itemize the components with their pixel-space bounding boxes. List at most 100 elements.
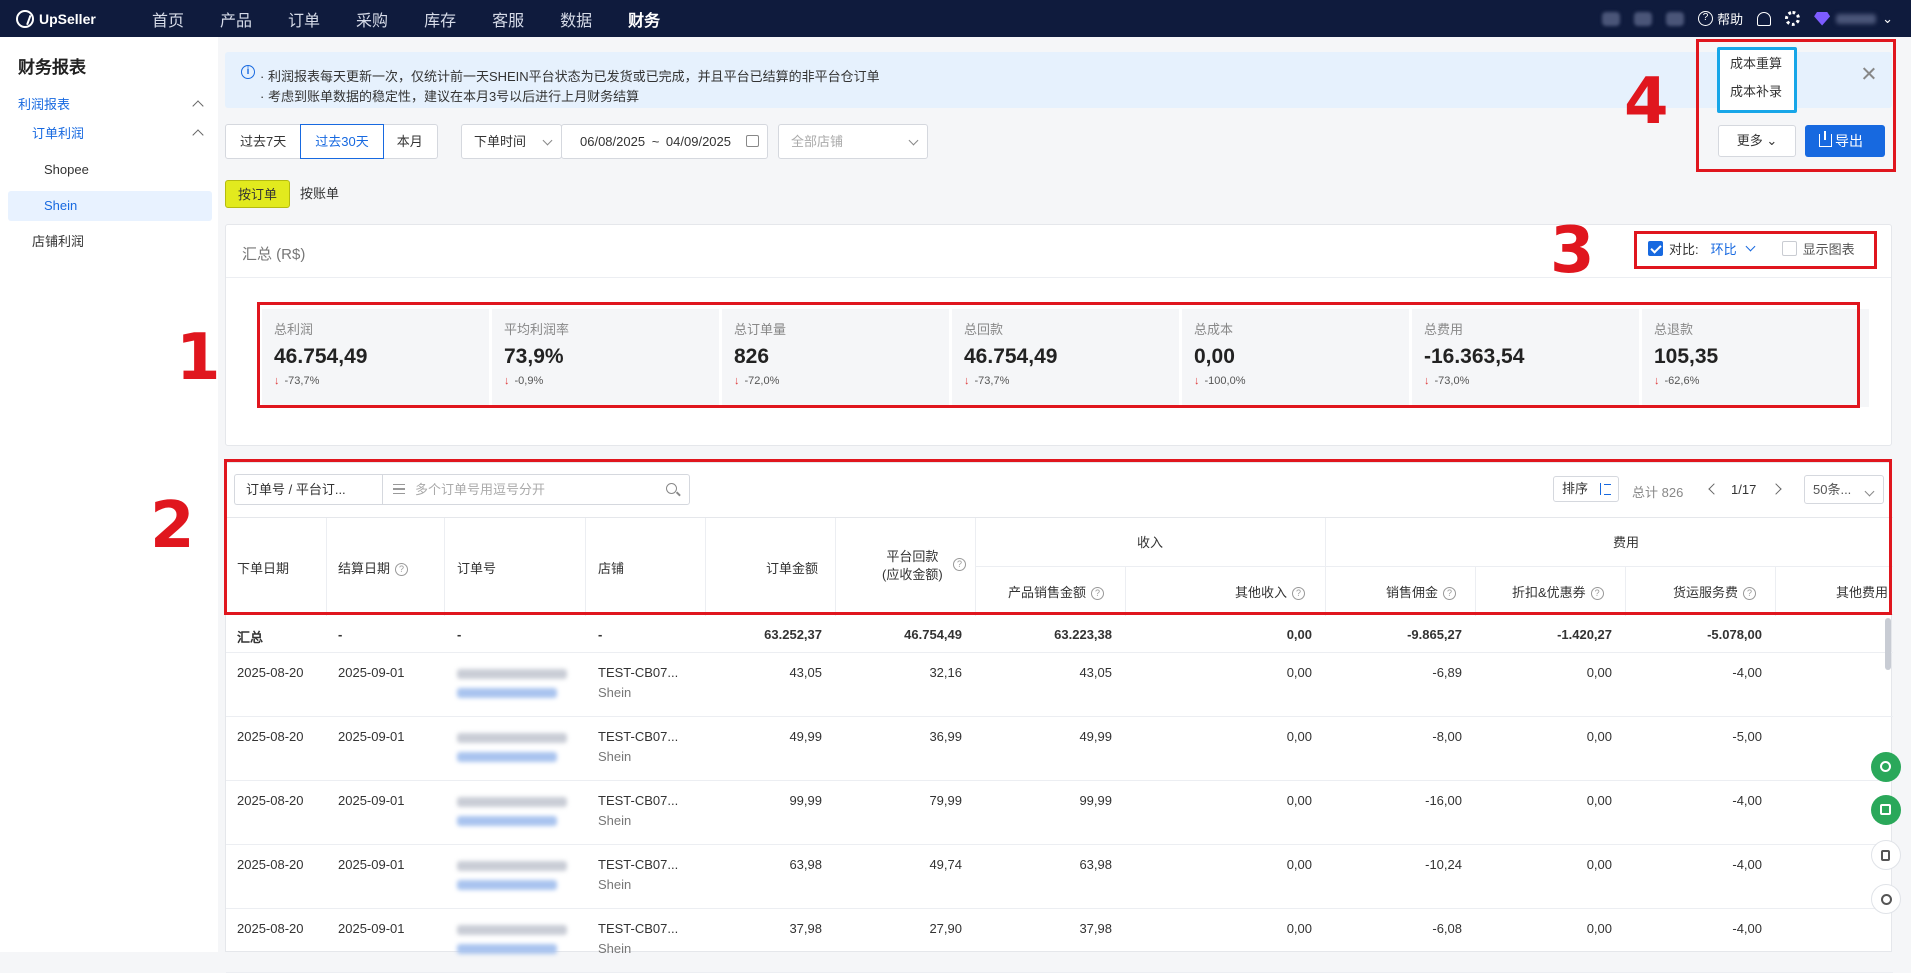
range-7-days[interactable]: 过去7天 [226,125,302,158]
mobile-fab[interactable] [1871,840,1901,870]
nav-finance[interactable]: 财务 [628,7,660,31]
cell-order-amount: 37,98 [789,921,822,936]
cell-product-sales: 43,05 [1079,665,1112,680]
range-this-month[interactable]: 本月 [383,125,437,158]
total-label: 汇总 [237,630,264,645]
range-30-days[interactable]: 过去30天 [300,124,384,159]
blurred-app-icon[interactable] [1602,11,1621,26]
nav-customer-service[interactable]: 客服 [492,7,524,31]
sidebar-item-label: 利润报表 [18,97,71,112]
sidebar-item-store-profit[interactable]: 店铺利润 [0,227,210,257]
cell-platform: Shein [598,813,632,828]
cell-settle-date: 2025-09-01 [338,921,405,936]
blurred-order-number [457,733,567,743]
cell-order-amount: 63,98 [789,857,822,872]
cell-settle-date: 2025-09-01 [338,793,405,808]
blurred-order-number [457,797,567,807]
cell-shipping: -4,00 [1732,665,1762,680]
cell-discount: 0,00 [1586,857,1612,872]
brand-logo[interactable]: UpSeller [16,9,126,28]
cell-other-income: 0,00 [1286,627,1312,642]
blurred-platform-order-link[interactable] [457,816,557,826]
cell-order-no[interactable] [457,925,567,954]
notice-line-2: · 考虑到账单数据的稳定性，建议在本月3号以后进行上月财务结算 [260,89,640,104]
sidebar-item-order-profit[interactable]: 订单利润 [0,119,210,149]
cell-order-no[interactable] [457,797,567,826]
nav-purchase[interactable]: 采购 [356,7,388,31]
blurred-tool-icon[interactable] [1634,11,1653,26]
chat-fab[interactable] [1871,884,1901,914]
cell-other-income: 0,00 [1286,729,1312,744]
tab-by-order[interactable]: 按订单 [225,180,291,208]
date-range-picker[interactable]: 06/08/2025 ~ 04/09/2025 [561,124,768,159]
nav-orders[interactable]: 订单 [288,7,320,31]
annotation-number-3: 3 [1550,214,1595,288]
annotation-number-4: 4 [1624,65,1669,139]
vip-gem-icon [1814,11,1831,26]
table-row: 2025-08-20 2025-09-01 TEST-CB07... Shein 37,… [226,909,1893,973]
cell-commission: -6,08 [1432,921,1462,936]
cell-settle-date: 2025-09-01 [338,729,405,744]
blurred-platform-order-link[interactable] [457,752,557,762]
guide-fab[interactable] [1871,795,1901,825]
info-icon: i [241,65,255,79]
nav-inventory[interactable]: 库存 [424,7,456,31]
nav-products[interactable]: 产品 [220,7,252,31]
blurred-tool-icon[interactable] [1666,11,1685,26]
cell-order-no[interactable] [457,861,567,890]
cell-commission: -6,89 [1432,665,1462,680]
calendar-icon [746,135,759,147]
annotation-box-3 [1634,231,1877,269]
cell-payout: 46.754,49 [904,627,962,642]
cell-other-income: 0,00 [1286,793,1312,808]
sidebar-item-shopee[interactable]: Shopee [0,155,210,185]
table-scrollbar[interactable] [1885,618,1891,670]
search-fab[interactable] [1871,752,1901,782]
cell-order-no[interactable] [457,669,567,698]
sidebar-item-label: Shopee [44,162,89,177]
cell-commission: -10,24 [1425,857,1462,872]
time-type-select[interactable]: 下单时间 [461,124,562,159]
nav-data[interactable]: 数据 [560,7,592,31]
help-icon: ? [1698,11,1714,26]
cell-order-date: 2025-08-20 [237,857,304,872]
annotation-box-2 [224,459,1892,615]
chevron-up-icon [192,100,204,112]
cell-order-date: 2025-08-20 [237,729,304,744]
cell-product-sales: 99,99 [1079,793,1112,808]
cell-other-income: 0,00 [1286,857,1312,872]
chevron-up-icon [192,129,204,141]
cell-payout: 36,99 [929,729,962,744]
cell-platform: Shein [598,685,632,700]
sidebar-item-label: 店铺利润 [32,234,85,249]
help-label: 帮助 [1717,12,1744,27]
cell-discount: -1.420,27 [1557,627,1612,642]
blurred-platform-order-link[interactable] [457,880,557,890]
cell-order-amount: 49,99 [789,729,822,744]
help-link[interactable]: ? 帮助 [1698,9,1743,28]
cell-commission: -9.865,27 [1407,627,1462,642]
cell-other-income: 0,00 [1286,921,1312,936]
cell-store: TEST-CB07... [598,921,679,936]
sidebar-item-label: Shein [44,198,78,213]
cell-product-sales: 37,98 [1079,921,1112,936]
user-menu[interactable]: ⌄ [1814,11,1893,27]
bell-icon[interactable] [1757,11,1772,26]
blurred-platform-order-link[interactable] [457,944,557,954]
gear-icon[interactable] [1785,11,1801,26]
cell-settle-date: 2025-09-01 [338,857,405,872]
cell-other-income: 0,00 [1286,665,1312,680]
cell-store: TEST-CB07... [598,665,679,680]
nav-home[interactable]: 首页 [152,7,184,31]
cell-order-amount: 99,99 [789,793,822,808]
sidebar-item-shein[interactable]: Shein [8,191,212,221]
date-end: 04/09/2025 [665,134,731,149]
chat-icon [1881,894,1892,905]
sidebar-item-profit-report[interactable]: 利润报表 [0,90,210,120]
annotation-number-1: 1 [176,321,221,395]
cell-order-no[interactable] [457,733,567,762]
store-select[interactable]: 全部店铺 [778,124,928,159]
blurred-platform-order-link[interactable] [457,688,557,698]
tab-by-bill[interactable]: 按账单 [288,180,351,208]
cell-settle-date: 2025-09-01 [338,665,405,680]
